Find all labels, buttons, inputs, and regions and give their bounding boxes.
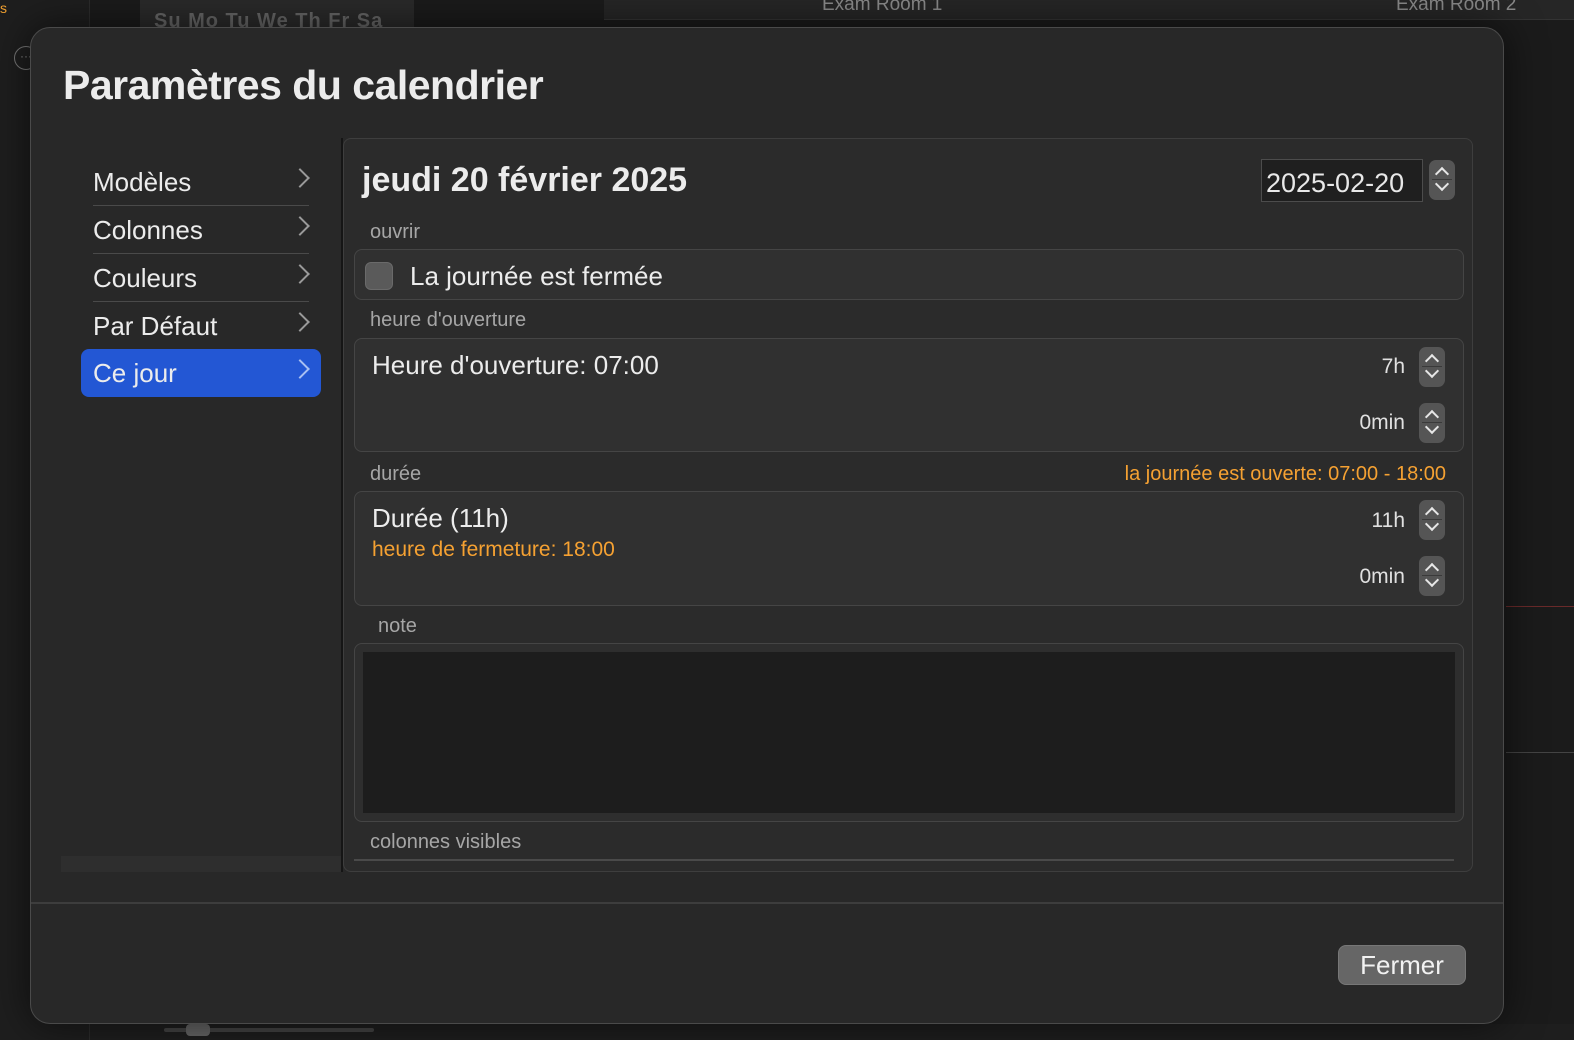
duration-hours-value: 11h — [1371, 509, 1405, 532]
sidebar-item-label: Couleurs — [93, 262, 198, 293]
opening-hours-value: 7h — [1381, 355, 1405, 378]
note-box — [354, 643, 1464, 822]
section-label-note: note — [378, 615, 417, 637]
sidebar-item-modeles[interactable]: Modèles — [81, 158, 321, 206]
chevron-right-icon — [290, 359, 310, 379]
chevron-right-icon — [290, 264, 310, 284]
date-field[interactable] — [1261, 159, 1423, 202]
day-title: jeudi 20 février 2025 — [362, 161, 688, 199]
section-label-duration: durée — [370, 463, 422, 485]
section-label-open: ouvrir — [370, 221, 421, 243]
duration-text: Durée (11h) — [372, 503, 509, 533]
chevron-right-icon — [290, 312, 310, 332]
open-range-note: la journée est ouverte: 07:00 - 18:00 — [1124, 463, 1446, 485]
background-bottom-bar — [90, 1024, 1574, 1040]
settings-sidebar: Modèles Colonnes Couleurs Par Défaut Ce … — [61, 138, 341, 872]
sidebar-item-par-defaut[interactable]: Par Défaut — [81, 302, 321, 350]
background-room-1-header: Exam Room 1 — [822, 0, 943, 15]
opening-time-text: Heure d'ouverture: 07:00 — [372, 350, 659, 380]
chevron-right-icon — [290, 216, 310, 236]
calendar-settings-dialog: Paramètres du calendrier Modèles Colonne… — [30, 27, 1504, 1024]
opening-time-box: Heure d'ouverture: 07:00 7h 0min — [354, 338, 1464, 452]
sidebar-item-label: Par Défaut — [93, 310, 218, 341]
background-grid-line — [1506, 752, 1574, 753]
duration-hours-stepper[interactable] — [1419, 500, 1445, 540]
dialog-title: Paramètres du calendrier — [63, 62, 544, 108]
sidebar-item-label: Modèles — [93, 166, 192, 197]
sidebar-footer-bar — [61, 856, 341, 872]
duration-minutes-stepper[interactable] — [1419, 556, 1445, 596]
opening-minutes-stepper[interactable] — [1419, 403, 1445, 443]
close-button[interactable]: Fermer — [1338, 945, 1466, 985]
duration-minutes-value: 0min — [1359, 565, 1405, 588]
date-stepper[interactable] — [1429, 160, 1455, 200]
sidebar-item-label: Colonnes — [93, 214, 203, 245]
day-closed-label[interactable]: La journée est fermée — [410, 261, 663, 292]
opening-minutes-value: 0min — [1359, 411, 1405, 434]
background-zoom-knob — [186, 1024, 210, 1036]
sidebar-item-couleurs[interactable]: Couleurs — [81, 254, 321, 302]
background-current-time-line — [1506, 606, 1574, 607]
background-room-2-header: Exam Room 2 — [1396, 0, 1517, 15]
duration-box: Durée (11h) heure de fermeture: 18:00 11… — [354, 491, 1464, 606]
opening-hours-stepper[interactable] — [1419, 347, 1445, 387]
visible-columns-box-edge — [354, 859, 1454, 861]
day-closed-checkbox[interactable] — [365, 262, 393, 290]
section-label-opening-time: heure d'ouverture — [370, 309, 527, 331]
closing-time-note: heure de fermeture: 18:00 — [372, 538, 615, 561]
day-settings-panel: jeudi 20 février 2025 ouvrir La journée … — [343, 138, 1473, 872]
sidebar-item-ce-jour[interactable]: Ce jour — [81, 349, 321, 397]
chevron-right-icon — [290, 168, 310, 188]
sidebar-item-label: Ce jour — [93, 357, 177, 388]
footer-separator — [31, 902, 1503, 904]
note-textarea[interactable] — [363, 652, 1455, 813]
section-label-visible-columns: colonnes visibles — [370, 831, 522, 853]
sidebar-item-colonnes[interactable]: Colonnes — [81, 206, 321, 254]
background-indicator-icon: s — [0, 0, 7, 16]
closed-day-row: La journée est fermée — [354, 249, 1464, 300]
